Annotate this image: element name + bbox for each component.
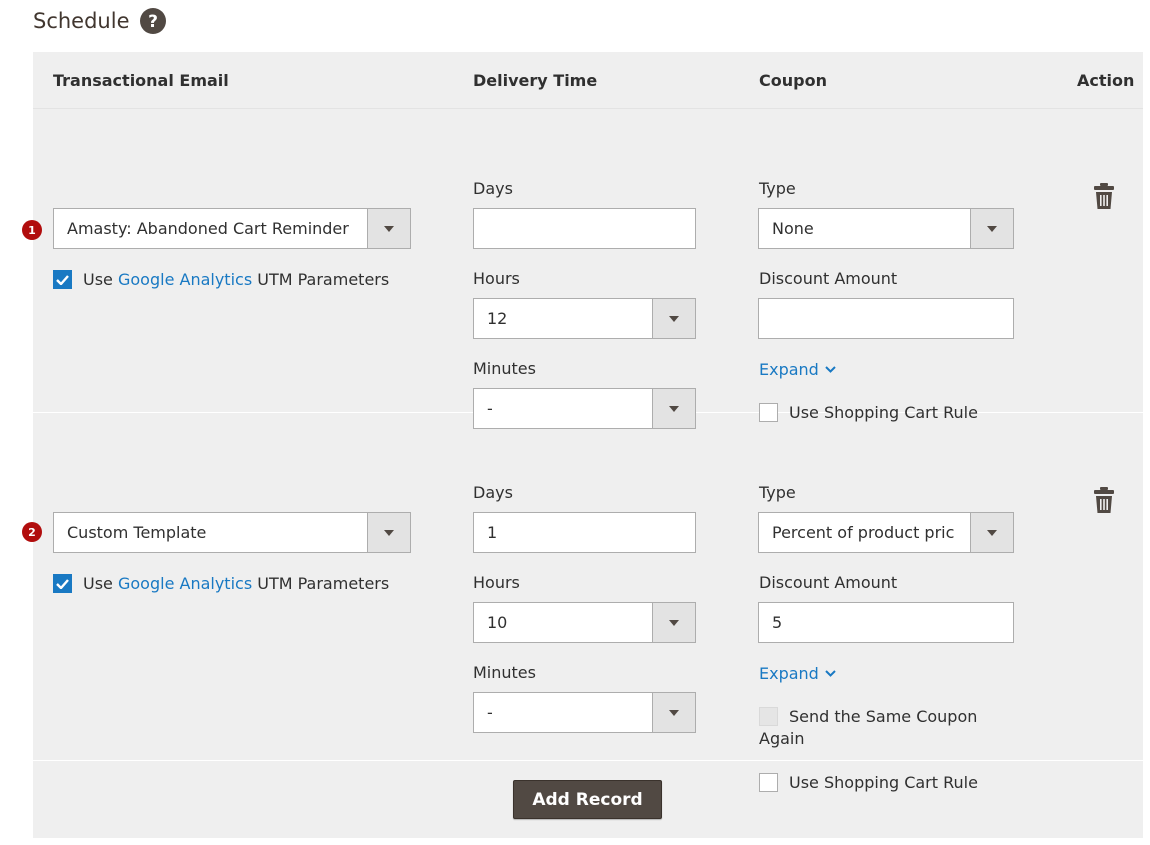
column-header-delivery-time: Delivery Time xyxy=(473,71,598,90)
coupon-type-value: None xyxy=(772,219,814,238)
google-analytics-link[interactable]: Google Analytics xyxy=(118,270,252,289)
hours-label: Hours xyxy=(473,269,520,288)
chevron-down-icon xyxy=(825,670,836,677)
shopping-cart-rule-checkbox[interactable] xyxy=(759,773,778,792)
chevron-down-icon xyxy=(825,366,836,373)
chevron-down-icon[interactable] xyxy=(970,209,1013,248)
template-select-value: Custom Template xyxy=(67,523,207,542)
svg-text:?: ? xyxy=(148,12,158,30)
days-label: Days xyxy=(473,179,513,198)
chevron-down-icon[interactable] xyxy=(652,299,695,338)
table-header: Transactional Email Delivery Time Coupon… xyxy=(33,52,1143,109)
column-header-coupon: Coupon xyxy=(759,71,827,90)
template-select[interactable]: Amasty: Abandoned Cart Reminder xyxy=(53,208,411,249)
expand-label: Expand xyxy=(759,664,819,683)
hours-select-value: 10 xyxy=(487,613,508,632)
utm-label: Use Google Analytics UTM Parameters xyxy=(83,270,389,289)
same-coupon-row: Send the Same Coupon Again xyxy=(759,707,999,748)
coupon-type-value: Percent of product pric xyxy=(772,523,955,542)
chevron-down-icon[interactable] xyxy=(367,513,410,552)
section-header: Schedule ? xyxy=(33,8,166,34)
hours-select-value: 12 xyxy=(487,309,508,328)
same-coupon-checkbox[interactable] xyxy=(759,707,778,726)
row-number-badge: 1 xyxy=(22,220,42,240)
chevron-down-icon[interactable] xyxy=(970,513,1013,552)
discount-amount-input[interactable]: 5 xyxy=(758,602,1014,643)
row-number-badge: 2 xyxy=(22,522,42,542)
trash-icon[interactable] xyxy=(1094,487,1114,517)
minutes-select[interactable]: - xyxy=(473,692,696,733)
same-coupon-label-line1: Send the Same Coupon xyxy=(789,707,978,726)
coupon-type-select[interactable]: None xyxy=(758,208,1014,249)
expand-label: Expand xyxy=(759,360,819,379)
add-record-button[interactable]: Add Record xyxy=(513,780,662,819)
utm-checkbox[interactable] xyxy=(53,270,72,289)
days-input[interactable]: 1 xyxy=(473,512,696,553)
section-title: Schedule xyxy=(33,9,130,33)
hours-select[interactable]: 12 xyxy=(473,298,696,339)
days-input[interactable] xyxy=(473,208,696,249)
type-label: Type xyxy=(759,483,796,502)
minutes-label: Minutes xyxy=(473,663,536,682)
days-label: Days xyxy=(473,483,513,502)
utm-checkbox-row: Use Google Analytics UTM Parameters xyxy=(53,574,389,593)
utm-label-suffix: UTM Parameters xyxy=(252,574,390,593)
coupon-type-select[interactable]: Percent of product pric xyxy=(758,512,1014,553)
minutes-label: Minutes xyxy=(473,359,536,378)
schedule-row: 2 Custom Template Use Google Analytics U… xyxy=(22,414,1143,792)
utm-label-prefix: Use xyxy=(83,574,118,593)
chevron-down-icon[interactable] xyxy=(367,209,410,248)
discount-amount-input[interactable] xyxy=(758,298,1014,339)
google-analytics-link[interactable]: Google Analytics xyxy=(118,574,252,593)
schedule-row: 1 Amasty: Abandoned Cart Reminder Use Go… xyxy=(22,110,1143,429)
chevron-down-icon[interactable] xyxy=(652,693,695,732)
hours-label: Hours xyxy=(473,573,520,592)
utm-checkbox[interactable] xyxy=(53,574,72,593)
utm-label: Use Google Analytics UTM Parameters xyxy=(83,574,389,593)
type-label: Type xyxy=(759,179,796,198)
shopping-cart-rule-row: Use Shopping Cart Rule xyxy=(759,773,978,792)
template-select[interactable]: Custom Template xyxy=(53,512,411,553)
hours-select[interactable]: 10 xyxy=(473,602,696,643)
column-header-transactional-email: Transactional Email xyxy=(53,71,229,90)
minutes-select-value: - xyxy=(487,703,493,722)
discount-amount-label: Discount Amount xyxy=(759,573,898,592)
utm-label-suffix: UTM Parameters xyxy=(252,270,390,289)
question-circle-icon[interactable]: ? xyxy=(139,8,166,34)
expand-link[interactable]: Expand xyxy=(759,360,836,379)
discount-amount-label: Discount Amount xyxy=(759,269,898,288)
utm-label-prefix: Use xyxy=(83,270,118,289)
schedule-table: Transactional Email Delivery Time Coupon… xyxy=(22,52,1143,838)
expand-link[interactable]: Expand xyxy=(759,664,836,683)
template-select-value: Amasty: Abandoned Cart Reminder xyxy=(67,219,349,238)
trash-icon[interactable] xyxy=(1094,183,1114,213)
shopping-cart-rule-label: Use Shopping Cart Rule xyxy=(789,773,978,792)
utm-checkbox-row: Use Google Analytics UTM Parameters xyxy=(53,270,389,289)
same-coupon-label-line2: Again xyxy=(759,729,805,748)
column-header-action: Action xyxy=(1077,71,1135,90)
chevron-down-icon[interactable] xyxy=(652,603,695,642)
